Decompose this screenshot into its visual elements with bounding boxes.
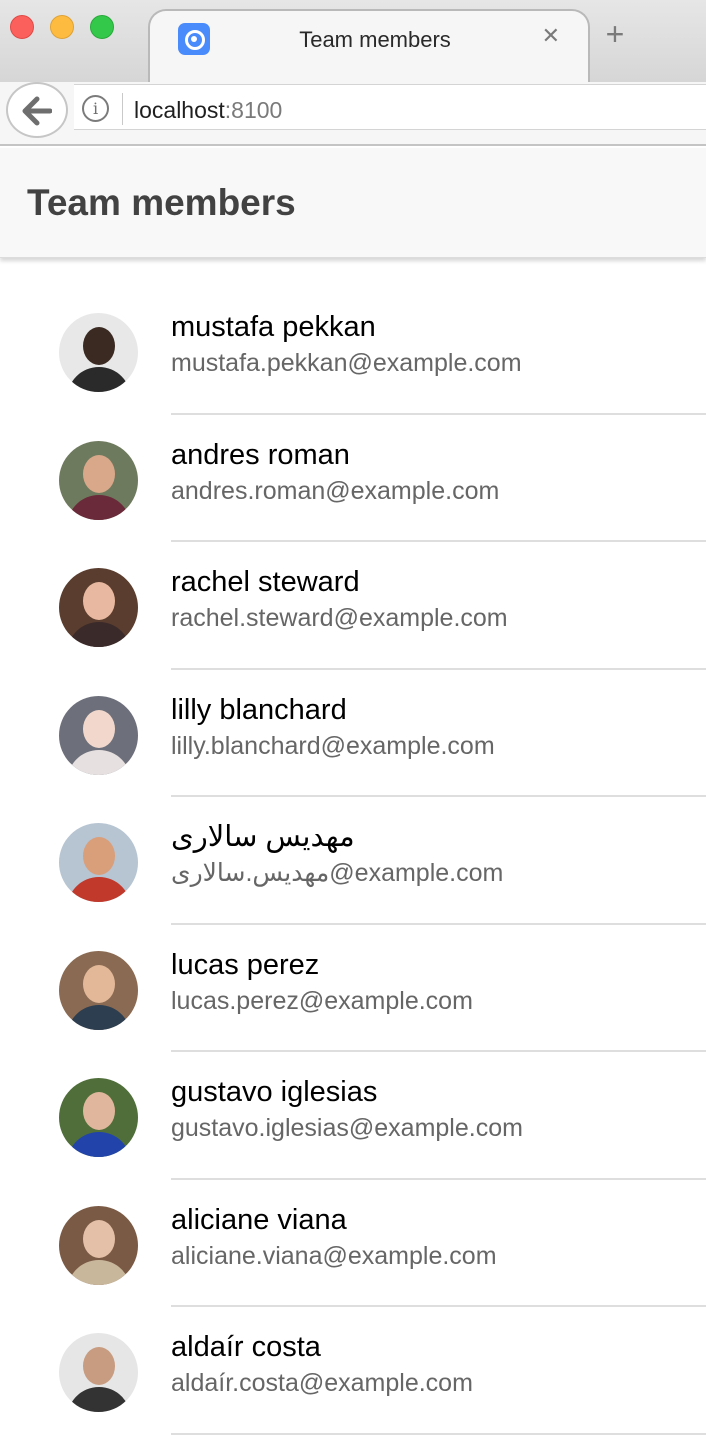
info-icon[interactable]: i	[82, 95, 109, 122]
member-text: aldaír costa aldaír.costa@example.com	[171, 1329, 706, 1398]
avatar	[59, 823, 138, 902]
avatar-face	[83, 837, 115, 875]
member-email: aliciane.viana@example.com	[171, 1241, 497, 1270]
avatar	[59, 1205, 138, 1285]
browser-tab-active[interactable]: Team members ✕	[148, 9, 590, 82]
avatar-body	[67, 877, 131, 902]
close-window-button[interactable]	[10, 15, 34, 39]
avatar-body	[67, 1004, 131, 1030]
avatar-face	[83, 327, 115, 365]
back-button[interactable]	[6, 82, 68, 138]
team-members-list: mustafa pekkan mustafa.pekkan@example.co…	[0, 287, 706, 1435]
avatar-body	[67, 494, 131, 520]
member-name: مهدیس سالاری	[171, 821, 355, 853]
minimize-window-button[interactable]	[50, 15, 74, 39]
member-name: aldaír costa	[171, 1331, 321, 1363]
list-item[interactable]: gustavo iglesias gustavo.iglesias@exampl…	[0, 1052, 706, 1180]
member-name: mustafa pekkan	[171, 311, 376, 343]
list-item[interactable]: مهدیس سالاری مهدیس.سالاری@example.com	[0, 797, 706, 925]
url-text: localhost:8100	[134, 97, 282, 124]
member-email: lucas.perez@example.com	[171, 986, 473, 1015]
member-name: lucas perez	[171, 948, 320, 981]
avatar	[59, 950, 138, 1030]
member-email: مهدیس.سالاری@example.com	[171, 859, 504, 887]
member-name: gustavo iglesias	[171, 1076, 378, 1108]
member-name: aliciane viana	[171, 1203, 347, 1236]
browser-tab-bar: Team members ✕ +	[0, 0, 706, 82]
url-port: :8100	[224, 97, 283, 123]
avatar	[59, 1333, 138, 1412]
list-item[interactable]: andres roman andres.roman@example.com	[0, 415, 706, 542]
member-email: lilly.blanchard@example.com	[171, 731, 495, 760]
member-name: lilly blanchard	[171, 693, 347, 726]
url-input[interactable]: i localhost:8100	[74, 84, 706, 130]
member-text: rachel steward rachel.steward@example.co…	[171, 564, 706, 633]
zoom-window-button[interactable]	[90, 15, 114, 39]
avatar-body	[67, 367, 131, 392]
avatar-face	[83, 709, 115, 748]
avatar-body	[67, 1259, 131, 1285]
avatar	[59, 568, 138, 647]
avatar-face	[83, 1219, 115, 1258]
list-item[interactable]: lilly blanchard lilly.blanchard@example.…	[0, 670, 706, 797]
list-item[interactable]: aliciane viana aliciane.viana@example.co…	[0, 1180, 706, 1307]
avatar-face	[83, 1347, 115, 1385]
new-tab-icon[interactable]: +	[600, 18, 630, 50]
member-text: mustafa pekkan mustafa.pekkan@example.co…	[171, 309, 706, 378]
close-tab-icon[interactable]: ✕	[542, 25, 560, 47]
avatar	[59, 313, 138, 392]
avatar-face	[83, 454, 115, 493]
app-toolbar: Team members	[0, 148, 706, 258]
member-name: rachel steward	[171, 566, 360, 598]
member-text: lucas perez lucas.perez@example.com	[171, 947, 706, 1016]
member-text: مهدیس سالاری مهدیس.سالاری@example.com	[171, 819, 706, 888]
avatar	[59, 440, 138, 520]
avatar-body	[67, 622, 131, 647]
address-bar: i localhost:8100	[0, 82, 706, 146]
avatar	[59, 1078, 138, 1157]
list-item[interactable]: mustafa pekkan mustafa.pekkan@example.co…	[0, 287, 706, 415]
avatar-body	[67, 749, 131, 775]
page-title: Team members	[27, 182, 296, 223]
back-arrow-icon	[22, 96, 52, 126]
member-email: gustavo.iglesias@example.com	[171, 1114, 523, 1142]
member-text: aliciane viana aliciane.viana@example.co…	[171, 1202, 706, 1271]
divider	[171, 1432, 706, 1435]
url-separator	[122, 93, 123, 125]
list-item[interactable]: aldaír costa aldaír.costa@example.com	[0, 1307, 706, 1435]
member-email: mustafa.pekkan@example.com	[171, 349, 522, 377]
avatar-face	[83, 1092, 115, 1130]
member-text: andres roman andres.roman@example.com	[171, 437, 706, 506]
member-email: andres.roman@example.com	[171, 476, 500, 505]
tab-title: Team members	[299, 27, 451, 52]
member-name: andres roman	[171, 438, 350, 471]
ionic-favicon-icon	[178, 23, 210, 55]
avatar-body	[67, 1387, 131, 1412]
member-text: lilly blanchard lilly.blanchard@example.…	[171, 692, 706, 761]
member-email: aldaír.costa@example.com	[171, 1369, 473, 1397]
list-item[interactable]: rachel steward rachel.steward@example.co…	[0, 542, 706, 670]
avatar	[59, 695, 138, 775]
url-host: localhost	[134, 97, 225, 123]
avatar-body	[67, 1132, 131, 1157]
member-text: gustavo iglesias gustavo.iglesias@exampl…	[171, 1074, 706, 1143]
avatar-face	[83, 582, 115, 620]
avatar-face	[83, 964, 115, 1003]
list-item[interactable]: lucas perez lucas.perez@example.com	[0, 925, 706, 1052]
member-email: rachel.steward@example.com	[171, 604, 508, 632]
